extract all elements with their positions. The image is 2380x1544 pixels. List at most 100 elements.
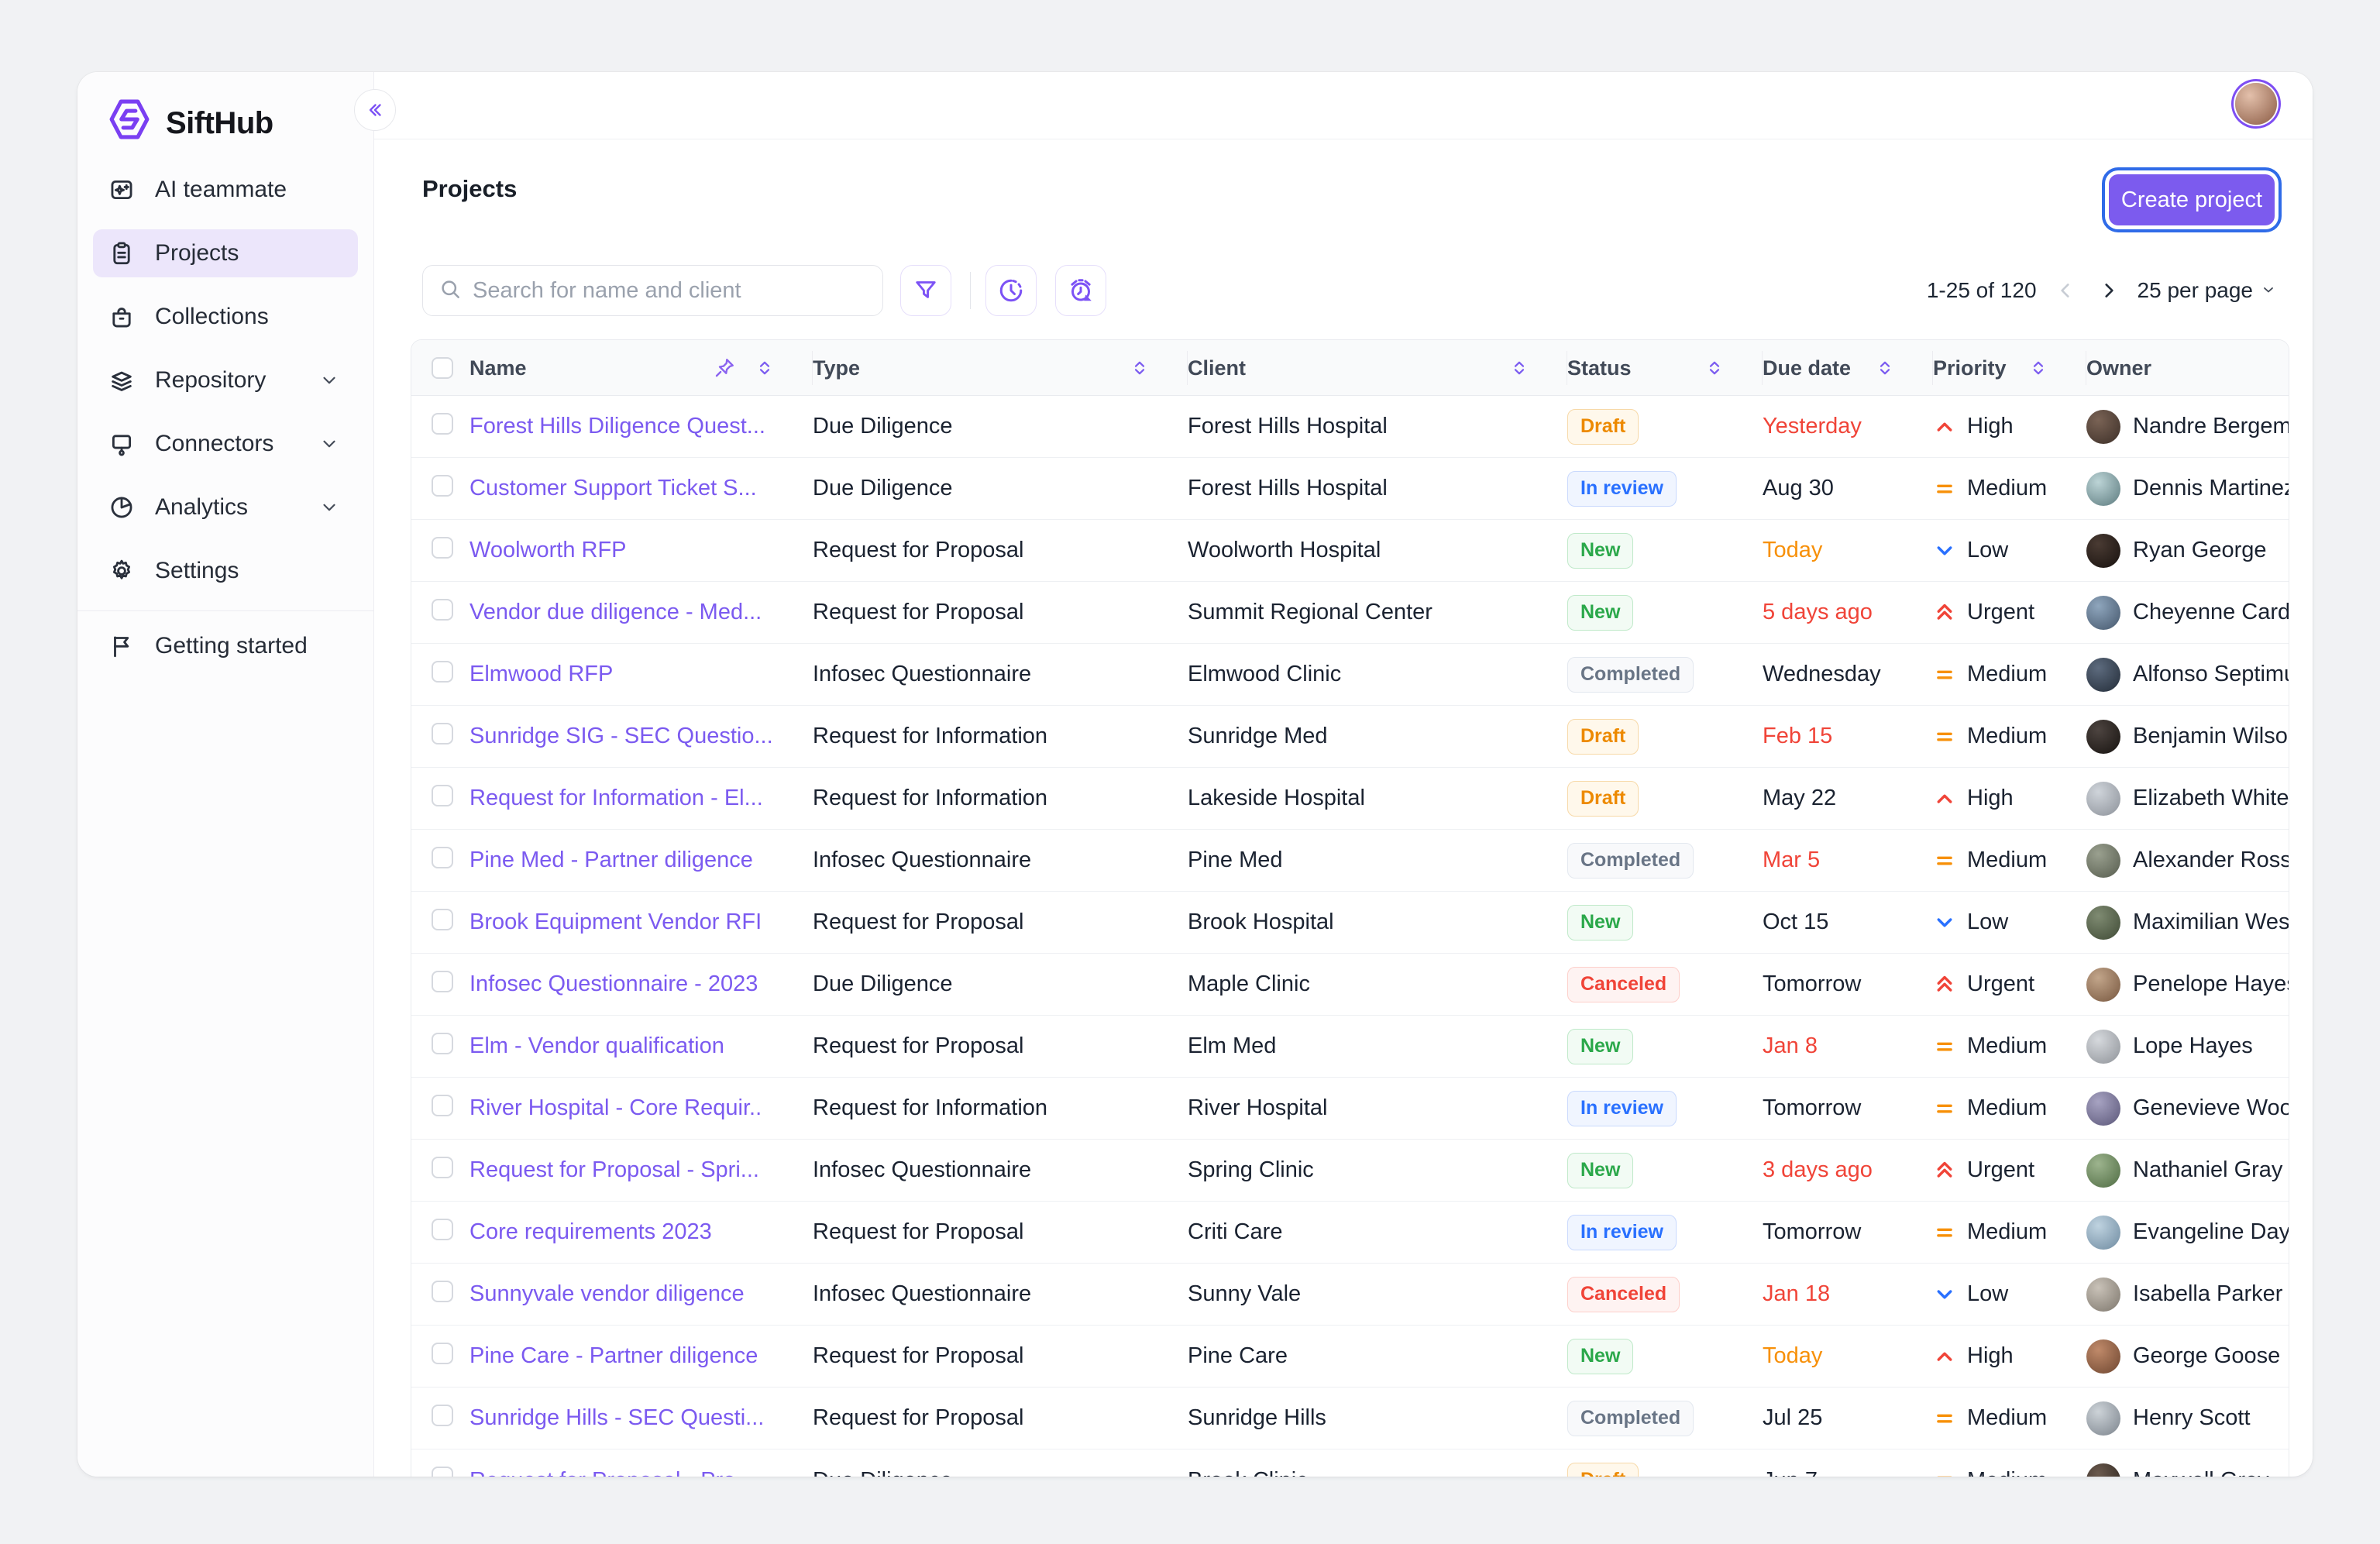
sort-icon[interactable]: [1704, 358, 1725, 378]
project-type-cell: Due Diligence: [813, 476, 1188, 501]
create-project-button[interactable]: Create project: [2109, 174, 2275, 225]
table-row: Pine Med - Partner diligence Infosec Que…: [411, 830, 2289, 892]
filter-button[interactable]: [900, 265, 951, 316]
project-name-cell: Woolworth RFP: [469, 538, 813, 563]
project-name-link[interactable]: Vendor due diligence - Med...: [469, 600, 762, 624]
select-all-checkbox[interactable]: [432, 357, 453, 379]
project-type-cell: Infosec Questionnaire: [813, 1281, 1188, 1307]
sidebar-collapse-button[interactable]: [354, 89, 396, 131]
avatar: [2086, 844, 2120, 878]
page-title: Projects: [422, 175, 517, 203]
owner-cell: Genevieve Wood: [2086, 1092, 2289, 1126]
pagination-prev-button[interactable]: [2051, 276, 2080, 305]
user-avatar[interactable]: [2235, 83, 2277, 125]
row-checkbox[interactable]: [432, 537, 453, 559]
sidebar-item-collections[interactable]: Collections: [93, 293, 358, 341]
project-name-link[interactable]: Forest Hills Diligence Quest...: [469, 414, 765, 438]
row-checkbox[interactable]: [432, 413, 453, 435]
sidebar-item-analytics[interactable]: Analytics: [93, 483, 358, 531]
project-name-link[interactable]: Pine Med - Partner diligence: [469, 848, 753, 872]
project-name-cell: Elm - Vendor qualification: [469, 1033, 813, 1059]
row-checkbox[interactable]: [432, 475, 453, 497]
column-header-name[interactable]: Name: [469, 351, 813, 385]
project-name-link[interactable]: Request for Information - El...: [469, 786, 763, 810]
search-input[interactable]: [473, 278, 867, 304]
row-checkbox[interactable]: [432, 1467, 453, 1477]
sort-icon[interactable]: [2028, 358, 2048, 378]
row-checkbox[interactable]: [432, 1281, 453, 1302]
project-name-link[interactable]: Sunridge Hills - SEC Questi...: [469, 1405, 764, 1430]
sort-icon[interactable]: [1875, 358, 1895, 378]
avatar: [2086, 1401, 2120, 1436]
row-checkbox-cell: [411, 1405, 469, 1432]
reminders-button[interactable]: [1055, 265, 1106, 316]
project-name-link[interactable]: Request for Proposal - Pro...: [469, 1468, 755, 1477]
sidebar-item-connectors[interactable]: Connectors: [93, 420, 358, 468]
sort-icon[interactable]: [755, 358, 775, 378]
owner-name: Nandre Bergem: [2133, 414, 2289, 439]
row-checkbox[interactable]: [432, 847, 453, 868]
project-name-cell: River Hospital - Core Requir..: [469, 1095, 813, 1121]
toolbar-divider: [970, 272, 971, 309]
column-header-due-date[interactable]: Due date: [1763, 351, 1933, 385]
row-checkbox[interactable]: [432, 1405, 453, 1426]
pagination-range: 1-25 of 120: [1927, 278, 2037, 303]
column-header-status[interactable]: Status: [1567, 351, 1763, 385]
column-header-client[interactable]: Client: [1188, 351, 1567, 385]
pagination-next-button[interactable]: [2094, 276, 2124, 305]
sort-icon[interactable]: [1130, 358, 1150, 378]
priority-urgent-icon: [1933, 601, 1956, 624]
row-checkbox[interactable]: [432, 661, 453, 683]
project-name-link[interactable]: Sunnyvale vendor diligence: [469, 1281, 745, 1306]
settings-icon: [108, 558, 135, 584]
priority-cell: Medium: [1933, 1033, 2086, 1059]
row-checkbox-cell: [411, 1157, 469, 1185]
client-cell: Sunny Vale: [1188, 1281, 1567, 1307]
row-checkbox[interactable]: [432, 1033, 453, 1054]
connectors-icon: [108, 431, 135, 457]
column-header-priority[interactable]: Priority: [1933, 351, 2086, 385]
row-checkbox[interactable]: [432, 909, 453, 930]
row-checkbox[interactable]: [432, 971, 453, 992]
sidebar-item-projects[interactable]: Projects: [93, 229, 358, 277]
project-name-link[interactable]: Pine Care - Partner diligence: [469, 1343, 758, 1368]
history-button[interactable]: [985, 265, 1037, 316]
row-checkbox[interactable]: [432, 599, 453, 621]
sort-icon[interactable]: [1509, 358, 1529, 378]
priority-cell: Medium: [1933, 662, 2086, 687]
row-checkbox[interactable]: [432, 723, 453, 744]
client-cell: Brook Hospital: [1188, 910, 1567, 935]
status-cell: In review: [1567, 1091, 1763, 1126]
table-row: Sunridge SIG - SEC Questio... Request fo…: [411, 706, 2289, 768]
project-name-link[interactable]: Request for Proposal - Spri...: [469, 1157, 759, 1182]
project-name-link[interactable]: Brook Equipment Vendor RFI: [469, 910, 762, 934]
project-name-link[interactable]: Infosec Questionnaire - 2023: [469, 971, 758, 996]
row-checkbox[interactable]: [432, 1219, 453, 1240]
sidebar-item-getting-started[interactable]: Getting started: [93, 622, 358, 670]
project-name-link[interactable]: Elm - Vendor qualification: [469, 1033, 724, 1058]
project-name-cell: Sunridge SIG - SEC Questio...: [469, 724, 813, 749]
pin-icon[interactable]: [713, 356, 736, 380]
project-name-link[interactable]: Sunridge SIG - SEC Questio...: [469, 724, 773, 748]
sidebar-item-settings[interactable]: Settings: [93, 547, 358, 595]
row-checkbox[interactable]: [432, 1095, 453, 1116]
row-checkbox-cell: [411, 847, 469, 875]
row-checkbox[interactable]: [432, 785, 453, 806]
project-name-link[interactable]: River Hospital - Core Requir..: [469, 1095, 762, 1120]
priority-cell: Medium: [1933, 1468, 2086, 1477]
row-checkbox[interactable]: [432, 1343, 453, 1364]
project-name-link[interactable]: Elmwood RFP: [469, 662, 613, 686]
project-name-link[interactable]: Woolworth RFP: [469, 538, 627, 562]
owner-name: Alexander Ross: [2133, 848, 2289, 873]
project-name-link[interactable]: Core requirements 2023: [469, 1219, 712, 1244]
column-header-type[interactable]: Type: [813, 351, 1188, 385]
priority-label: Medium: [1967, 1219, 2047, 1245]
row-checkbox-cell: [411, 537, 469, 565]
row-checkbox[interactable]: [432, 1157, 453, 1178]
owner-cell: Evangeline Day: [2086, 1216, 2289, 1250]
client-cell: Pine Care: [1188, 1343, 1567, 1369]
sidebar-item-ai-teammate[interactable]: AI teammate: [93, 166, 358, 214]
sidebar-item-repository[interactable]: Repository: [93, 356, 358, 404]
per-page-select[interactable]: 25 per page: [2138, 278, 2276, 303]
project-name-link[interactable]: Customer Support Ticket S...: [469, 476, 757, 500]
